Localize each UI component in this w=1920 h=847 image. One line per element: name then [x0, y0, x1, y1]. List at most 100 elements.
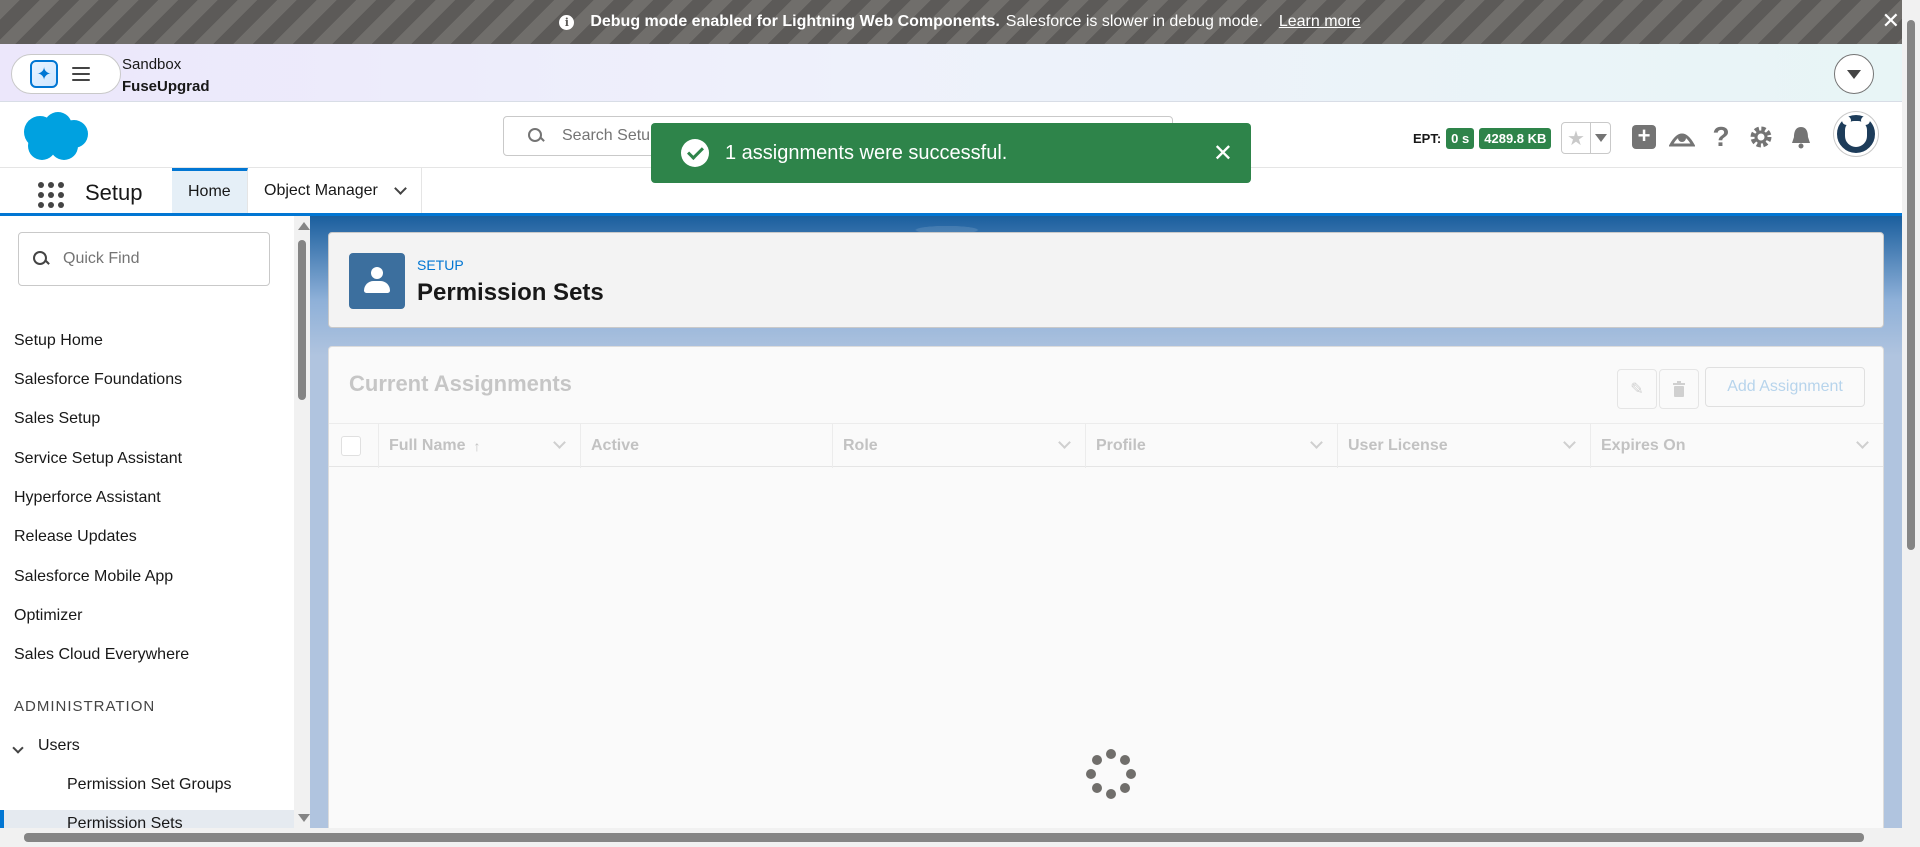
sidebar-scrollbar[interactable]: [294, 216, 310, 828]
trailhead-svg: [1669, 133, 1695, 147]
sidebar-item-service-setup-assistant[interactable]: Service Setup Assistant: [14, 450, 182, 468]
toast-message: 1 assignments were successful.: [725, 141, 1008, 164]
tab-home[interactable]: Home: [172, 168, 248, 213]
sandbox-org-name: FuseUpgrad: [122, 78, 210, 95]
column-expires-on[interactable]: Expires On: [1591, 424, 1883, 468]
column-profile[interactable]: Profile: [1086, 424, 1338, 468]
sidebar-item-sales-setup[interactable]: Sales Setup: [14, 410, 100, 428]
chevron-down-icon[interactable]: [1856, 436, 1869, 449]
plus-icon: +: [1632, 125, 1656, 149]
sidebar-item-release-updates[interactable]: Release Updates: [14, 528, 137, 546]
select-all-checkbox[interactable]: [341, 436, 361, 456]
search-placeholder: Search Setup: [562, 127, 659, 144]
app-launcher-icon[interactable]: [38, 182, 64, 208]
search-icon: [33, 251, 49, 267]
ept-indicator: EPT: 0 s 4289.8 KB: [1413, 128, 1552, 149]
person-icon: [364, 267, 390, 295]
sidebar-section-administration: ADMINISTRATION: [14, 698, 156, 715]
app-name: Setup: [85, 180, 143, 205]
page-header: SETUP Permission Sets: [328, 232, 1884, 328]
sidebar-item-salesforce-foundations[interactable]: Salesforce Foundations: [14, 371, 182, 389]
avatar-face: [1842, 116, 1870, 147]
chevron-down-icon[interactable]: [1310, 436, 1323, 449]
page-title: Permission Sets: [417, 279, 604, 306]
menu-icon[interactable]: [72, 67, 90, 81]
trash-icon: [1673, 381, 1685, 397]
permission-set-icon: [349, 253, 405, 309]
ept-size-badge: 4289.8 KB: [1479, 128, 1552, 149]
ept-label: EPT:: [1413, 131, 1442, 146]
column-label: Expires On: [1601, 437, 1686, 454]
scroll-down-icon[interactable]: [298, 814, 310, 822]
tab-object-manager-label: Object Manager: [264, 181, 378, 199]
sandbox-info: Sandbox FuseUpgrad: [122, 54, 210, 98]
gear-svg: [1750, 126, 1772, 148]
sort-ascending-icon: ↑: [473, 438, 481, 454]
sidebar-item-permission-sets[interactable]: Permission Sets: [67, 815, 183, 828]
sidebar-scroll-thumb[interactable]: [298, 240, 306, 400]
sidebar-item-salesforce-mobile-app[interactable]: Salesforce Mobile App: [14, 568, 173, 586]
sidebar-item-sales-cloud-everywhere[interactable]: Sales Cloud Everywhere: [14, 646, 189, 664]
page-scrollbar-horizontal[interactable]: [0, 828, 1920, 847]
info-icon: i: [559, 14, 575, 30]
star-icon[interactable]: ★: [1562, 123, 1590, 153]
chevron-down-icon[interactable]: [1058, 436, 1071, 449]
current-assignments-card: Current Assignments ✎ Add Assignment Ful…: [328, 346, 1884, 828]
sandbox-dropdown-button[interactable]: [1834, 54, 1874, 94]
column-user-license[interactable]: User License: [1338, 424, 1591, 468]
tab-object-manager[interactable]: Object Manager: [248, 168, 422, 213]
chevron-down-icon[interactable]: [1563, 436, 1576, 449]
column-label: Role: [843, 437, 878, 454]
salesforce-logo[interactable]: [18, 110, 92, 164]
chevron-down-icon[interactable]: [393, 181, 407, 195]
column-role[interactable]: Role: [833, 424, 1086, 468]
sidebar-item-users[interactable]: Users: [38, 737, 80, 755]
sandbox-bar: ✦ Sandbox FuseUpgrad: [0, 44, 1902, 102]
app-launcher-pill[interactable]: ✦: [11, 54, 121, 94]
ept-time-badge: 0 s: [1446, 128, 1475, 149]
scroll-up-icon[interactable]: [298, 222, 310, 230]
page-eyebrow[interactable]: SETUP: [417, 257, 464, 273]
user-avatar[interactable]: [1834, 112, 1878, 156]
quick-find-placeholder: Quick Find: [63, 250, 140, 267]
global-actions-button[interactable]: +: [1631, 124, 1657, 150]
page-scroll-thumb-vertical[interactable]: [1907, 20, 1915, 550]
toast-close-icon[interactable]: ✕: [1213, 139, 1233, 168]
close-icon[interactable]: ✕: [1882, 10, 1900, 32]
delete-button[interactable]: [1659, 369, 1699, 409]
success-check-icon: [681, 139, 709, 167]
agentforce-icon[interactable]: ✦: [30, 60, 58, 88]
search-icon: [528, 128, 544, 144]
learn-more-link[interactable]: Learn more: [1279, 13, 1361, 31]
page-scroll-thumb-horizontal[interactable]: [24, 833, 1864, 842]
page-scrollbar-vertical[interactable]: [1902, 0, 1920, 828]
trailhead-icon[interactable]: [1669, 124, 1695, 150]
column-full-name[interactable]: Full Name ↑: [379, 424, 581, 468]
debug-banner-bold-text: Debug mode enabled for Lightning Web Com…: [590, 13, 1000, 30]
quick-find-input[interactable]: Quick Find: [18, 232, 270, 286]
debug-banner: i Debug mode enabled for Lightning Web C…: [0, 0, 1920, 44]
bell-svg: [1792, 127, 1810, 149]
chevron-down-icon: [1847, 69, 1861, 79]
loading-spinner: [1086, 749, 1136, 799]
notification-bell-icon[interactable]: [1788, 124, 1814, 150]
pencil-icon: ✎: [1630, 381, 1644, 398]
setup-sidebar: Quick Find Setup Home Salesforce Foundat…: [0, 216, 310, 828]
select-all-cell: [329, 424, 379, 468]
chevron-down-icon[interactable]: [12, 742, 24, 754]
column-active[interactable]: Active: [581, 424, 833, 468]
column-label: Profile: [1096, 437, 1146, 454]
favorites-dropdown-button[interactable]: [1590, 123, 1610, 153]
favorites-group: ★: [1561, 122, 1611, 154]
help-icon[interactable]: ?: [1708, 121, 1734, 152]
chevron-down-icon: [1594, 134, 1607, 142]
gear-icon[interactable]: [1748, 124, 1774, 150]
chevron-down-icon[interactable]: [553, 436, 566, 449]
edit-button[interactable]: ✎: [1617, 369, 1657, 409]
sidebar-item-optimizer[interactable]: Optimizer: [14, 607, 82, 625]
sidebar-item-setup-home[interactable]: Setup Home: [14, 332, 103, 350]
main-content: SETUP Permission Sets Current Assignment…: [310, 216, 1902, 828]
sidebar-item-hyperforce-assistant[interactable]: Hyperforce Assistant: [14, 489, 161, 507]
add-assignment-button[interactable]: Add Assignment: [1705, 367, 1865, 407]
sidebar-item-permission-set-groups[interactable]: Permission Set Groups: [67, 776, 232, 794]
